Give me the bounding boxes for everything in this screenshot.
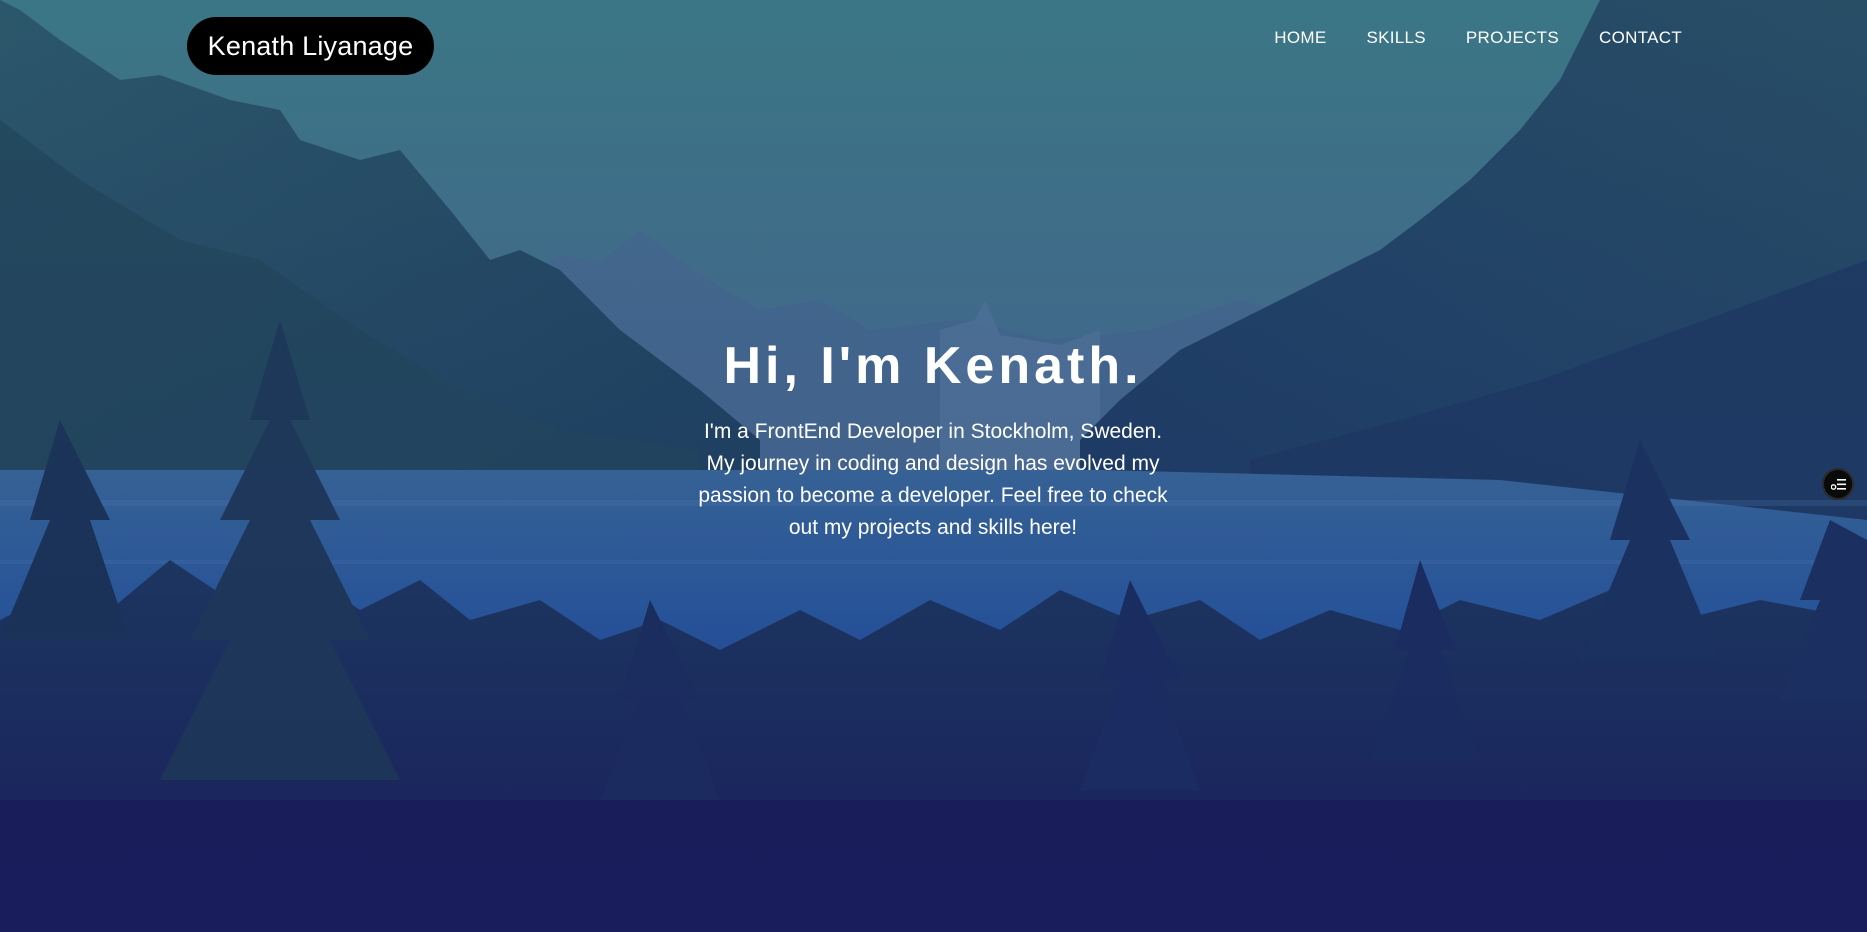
hero-page: Kenath Liyanage HOME SKILLS PROJECTS CON… <box>0 0 1867 932</box>
nav-home-link[interactable]: HOME <box>1274 27 1326 49</box>
hero-section: Hi, I'm Kenath. I'm a FrontEnd Developer… <box>683 330 1183 544</box>
nav-skills-link[interactable]: SKILLS <box>1366 27 1425 49</box>
logo-button[interactable]: Kenath Liyanage <box>187 17 434 75</box>
main-nav: HOME SKILLS PROJECTS CONTACT <box>1274 27 1682 49</box>
hero-intro: I'm a FrontEnd Developer in Stockholm, S… <box>698 420 1168 539</box>
list-settings-icon[interactable] <box>1822 468 1854 500</box>
nav-projects-link[interactable]: PROJECTS <box>1466 27 1559 49</box>
hero-title: Hi, I'm Kenath. <box>723 337 1143 395</box>
nav-contact-link[interactable]: CONTACT <box>1599 27 1682 49</box>
